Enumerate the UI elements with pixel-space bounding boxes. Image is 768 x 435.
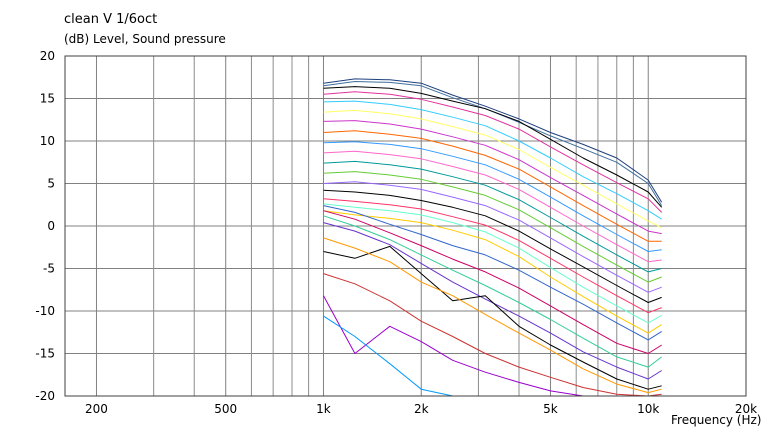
x-tick-label: 1k [316,402,331,416]
y-tick-label: -5 [43,262,55,276]
y-tick-label: 0 [47,219,55,233]
chart-title: clean V 1/6oct [64,12,158,27]
x-tick-label: 2k [414,402,429,416]
frequency-response-chart: -20-15-10-505101520200 500 1k 2k 5k 10k 20k [0,0,768,431]
y-tick-label: 15 [40,92,55,106]
y-tick-label: 20 [40,49,55,63]
y-tick-label: 5 [47,177,55,191]
y-tick-label: -15 [35,347,55,361]
x-tick-label: 10k [637,402,659,416]
y-tick-label: 10 [40,134,55,148]
x-tick-label: 500 [214,402,237,416]
y-tick-label: -10 [35,304,55,318]
y-axis-label: (dB) Level, Sound pressure [64,32,226,46]
chart-container: -20 -15 -10 -5 0 5 10 15 20 200 500 1k 2k 5k 10k 20k cl… [0,0,768,431]
x-tick-label: 200 [85,402,108,416]
y-tick-label: -20 [35,389,55,403]
x-tick-label: 5k [543,402,558,416]
x-axis-label: Frequency (Hz) [671,413,762,427]
